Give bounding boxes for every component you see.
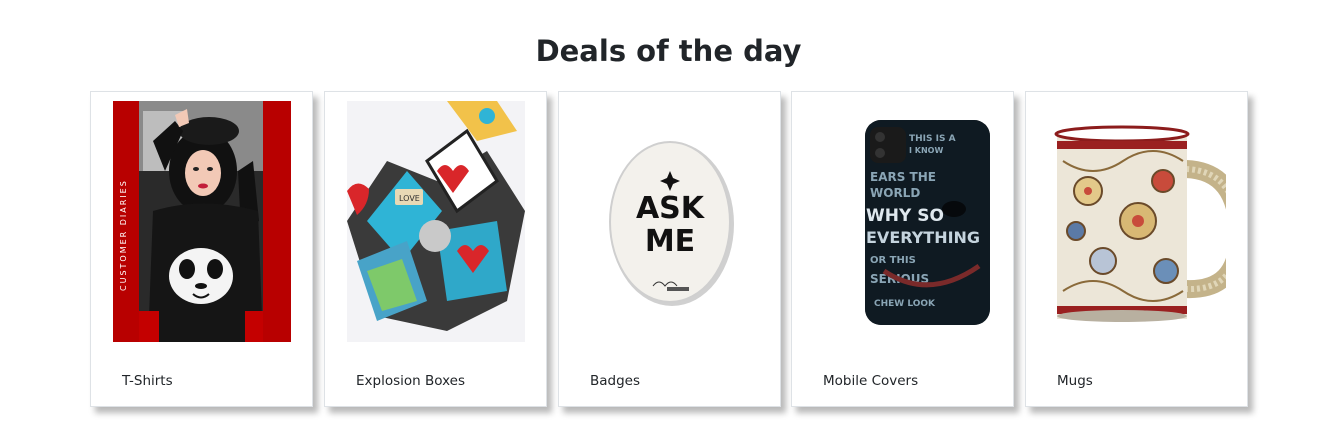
product-card-mugs[interactable]: Mugs — [1025, 91, 1248, 407]
tshirt-image[interactable]: CUSTOMER DIARIES — [113, 101, 291, 342]
product-card-explosion-boxes[interactable]: LOVE Explosion Boxes — [324, 91, 547, 407]
svg-text:WHY SO: WHY SO — [866, 206, 944, 226]
explosion-box-image[interactable]: LOVE — [347, 101, 525, 342]
badge-image[interactable]: ASK ME — [581, 101, 759, 342]
svg-text:EVERYTHING: EVERYTHING — [866, 228, 980, 247]
svg-text:ME: ME — [645, 224, 695, 259]
product-label[interactable]: Badges — [590, 373, 640, 389]
svg-text:CUSTOMER DIARIES: CUSTOMER DIARIES — [119, 179, 128, 291]
product-label[interactable]: Mugs — [1057, 373, 1093, 389]
product-card-mobile-covers[interactable]: THIS IS A I KNOW EARS THE WORLD WHY SO E… — [791, 91, 1014, 407]
svg-text:I KNOW: I KNOW — [909, 146, 943, 155]
svg-text:OR THIS: OR THIS — [870, 255, 916, 266]
svg-text:EARS THE: EARS THE — [870, 170, 936, 184]
svg-text:ASK: ASK — [636, 191, 706, 226]
product-card-badges[interactable]: ASK ME Badges — [558, 91, 781, 407]
mobile-cover-image[interactable]: THIS IS A I KNOW EARS THE WORLD WHY SO E… — [814, 101, 992, 342]
svg-text:WORLD: WORLD — [870, 186, 920, 200]
product-label[interactable]: Mobile Covers — [823, 373, 918, 389]
section-title: Deals of the day — [535, 34, 802, 68]
svg-text:THIS IS A: THIS IS A — [909, 134, 956, 144]
product-card-tshirts[interactable]: CUSTOMER DIARIES T-Shirts — [90, 91, 313, 407]
mug-image[interactable] — [1048, 101, 1226, 342]
deals-section: Deals of the day CUSTOMER DIARIES T-Shir… — [0, 0, 1337, 421]
product-label[interactable]: T-Shirts — [122, 373, 173, 389]
svg-text:CHEW LOOK: CHEW LOOK — [874, 299, 936, 309]
svg-text:LOVE: LOVE — [399, 194, 420, 203]
product-label[interactable]: Explosion Boxes — [356, 373, 465, 389]
